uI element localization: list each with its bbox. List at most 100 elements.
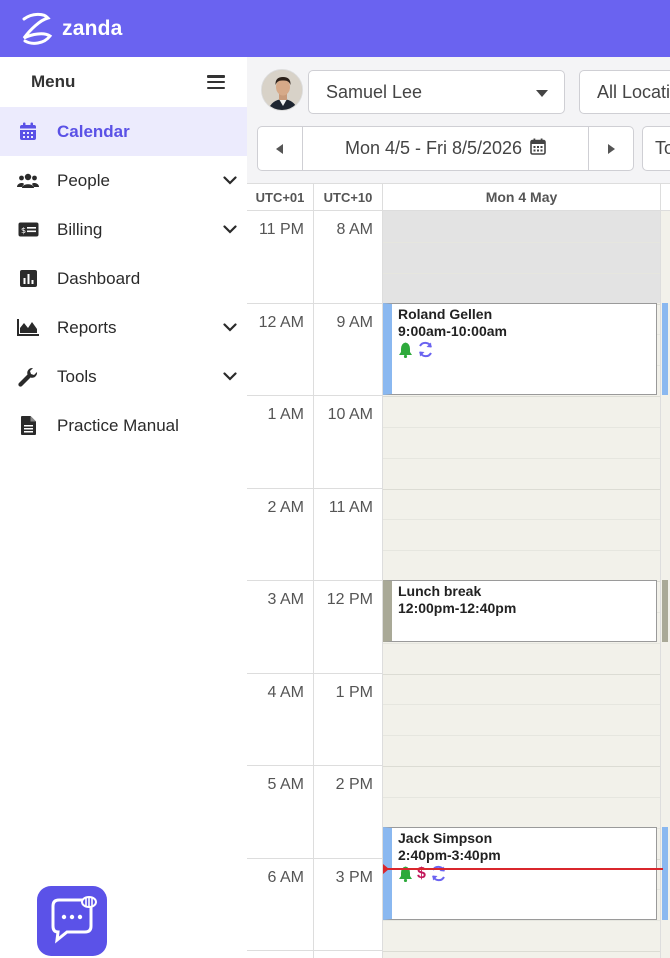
time-label: 4 AM <box>267 683 304 701</box>
chevron-down-icon[interactable] <box>223 321 237 335</box>
time-label: 3 AM <box>267 591 304 608</box>
calendar-icon <box>17 121 39 143</box>
time-label: 12 PM <box>326 591 373 608</box>
appointment-jack-simpson[interactable]: Jack Simpson 2:40pm-3:40pm $ <box>383 827 657 920</box>
sidebar-item-label: Dashboard <box>57 268 141 288</box>
time-slot: 2 AM <box>247 489 313 581</box>
time-label: 2 PM <box>335 776 373 793</box>
sidebar-item-label: Calendar <box>57 121 130 141</box>
caret-left-icon <box>276 143 283 154</box>
sidebar-item-practice-manual[interactable]: Practice Manual <box>0 401 247 450</box>
reports-icon <box>17 317 39 339</box>
time-slot: 10 AM <box>314 396 382 489</box>
sidebar-item-dashboard[interactable]: Dashboard <box>0 254 247 303</box>
time-label: 1 PM <box>335 683 373 701</box>
day-header[interactable]: Mon 4 May <box>383 184 661 211</box>
chevron-down-icon[interactable] <box>223 370 237 384</box>
sidebar-item-label: Tools <box>57 366 97 386</box>
time-label: 11 AM <box>328 498 373 516</box>
date-range-picker[interactable]: Mon 4/5 - Fri 8/5/2026 <box>303 127 588 170</box>
chat-support-button[interactable] <box>37 886 107 956</box>
date-navigator: Mon 4/5 - Fri 8/5/2026 <box>257 126 634 171</box>
chevron-down-icon[interactable] <box>223 174 237 188</box>
staff-select[interactable]: Samuel Lee <box>308 70 565 114</box>
calendar-picker-icon <box>530 138 546 160</box>
next-day-event-edge <box>662 303 668 395</box>
calendar-grid: UTC+01 UTC+10 Mon 4 May 11 PM 12 AM 1 AM… <box>247 183 670 958</box>
event-title: Roland Gellen <box>398 306 493 322</box>
next-day-event-edge <box>662 827 668 920</box>
caret-down-icon <box>536 90 548 97</box>
time-label: 9 AM <box>336 313 373 331</box>
time-slot: 5 AM <box>247 766 313 859</box>
avatar[interactable] <box>261 69 303 111</box>
dashboard-icon <box>17 268 39 290</box>
location-select[interactable]: All Locations <box>579 70 670 114</box>
event-time: 9:00am-10:00am <box>398 323 507 339</box>
hamburger-icon[interactable] <box>207 75 225 89</box>
event-icons <box>398 341 650 358</box>
chat-bee-icon <box>45 892 99 951</box>
time-slot: 6 AM <box>247 859 313 951</box>
time-slot: 3 PM <box>314 859 382 951</box>
sidebar-item-calendar[interactable]: Calendar <box>0 107 247 156</box>
brand-name: zanda <box>62 16 123 40</box>
staff-select-value: Samuel Lee <box>326 81 423 102</box>
menu-header: Menu <box>0 57 247 107</box>
next-day-header <box>661 184 670 211</box>
date-range-text: Mon 4/5 - Fri 8/5/2026 <box>344 138 523 158</box>
time-slot: 9 AM <box>314 304 382 396</box>
time-slot: 11 PM <box>247 211 313 304</box>
time-label: 11 PM <box>258 221 304 238</box>
time-column-right: 8 AM 9 AM 10 AM 11 AM 12 PM 1 PM 2 PM 3 … <box>314 211 383 958</box>
event-time: 12:00pm-12:40pm <box>398 600 517 616</box>
time-label: 6 AM <box>267 868 304 886</box>
sidebar-item-tools[interactable]: Tools <box>0 352 247 401</box>
time-label: 10 AM <box>327 406 373 423</box>
today-button[interactable]: Today <box>642 126 670 171</box>
svg-text:$: $ <box>21 226 26 235</box>
unavailable-block <box>383 211 660 303</box>
time-slot: 2 PM <box>314 766 382 859</box>
appointment-lunch-break[interactable]: Lunch break 12:00pm-12:40pm <box>383 580 657 642</box>
time-label: 3 PM <box>335 868 373 886</box>
sidebar-item-label: Practice Manual <box>57 415 179 435</box>
event-title: Lunch break <box>398 583 482 599</box>
day-column[interactable]: Roland Gellen 9:00am-10:00am Lunch break… <box>383 211 661 958</box>
top-bar: zanda <box>0 0 670 57</box>
next-week-button[interactable] <box>588 127 633 170</box>
sidebar-item-people[interactable]: People <box>0 156 247 205</box>
time-slot: 1 PM <box>314 674 382 766</box>
wrench-icon <box>17 366 39 388</box>
menu-title: Menu <box>31 72 76 91</box>
timezone-header-left: UTC+01 <box>247 184 314 211</box>
chevron-down-icon[interactable] <box>223 223 237 237</box>
event-title: Jack Simpson <box>398 830 493 846</box>
time-label: 5 AM <box>267 776 304 793</box>
time-slot: 12 AM <box>247 304 313 396</box>
document-icon <box>17 415 39 437</box>
sidebar-item-billing[interactable]: $ Billing <box>0 205 247 254</box>
previous-week-button[interactable] <box>258 127 303 170</box>
sidebar-item-reports[interactable]: Reports <box>0 303 247 352</box>
time-label: 8 AM <box>336 221 373 238</box>
sidebar-item-label: People <box>57 170 110 190</box>
recurring-icon <box>419 341 432 358</box>
sidebar: Menu Calendar People $ Billing Dashboard… <box>0 57 247 958</box>
time-slot: 1 AM <box>247 396 313 489</box>
time-slot: 12 PM <box>314 581 382 674</box>
time-column-left: 11 PM 12 AM 1 AM 2 AM 3 AM 4 AM 5 AM 6 A… <box>247 211 314 958</box>
current-time-line <box>383 868 663 870</box>
location-select-value: All Locations <box>597 81 670 102</box>
main-panel: Samuel Lee All Locations Mon 4/5 - Fri 8… <box>247 57 670 958</box>
caret-right-icon <box>608 143 615 154</box>
next-day-event-edge <box>662 580 668 642</box>
timezone-header-right: UTC+10 <box>314 184 383 211</box>
appointment-roland-gellen[interactable]: Roland Gellen 9:00am-10:00am <box>383 303 657 395</box>
zanda-logo-icon[interactable] <box>18 10 56 48</box>
time-slot: 8 AM <box>314 211 382 304</box>
next-day-column[interactable] <box>661 211 670 958</box>
sidebar-item-label: Billing <box>57 219 103 239</box>
time-label: 2 AM <box>267 498 304 516</box>
time-label: 1 AM <box>267 406 304 423</box>
